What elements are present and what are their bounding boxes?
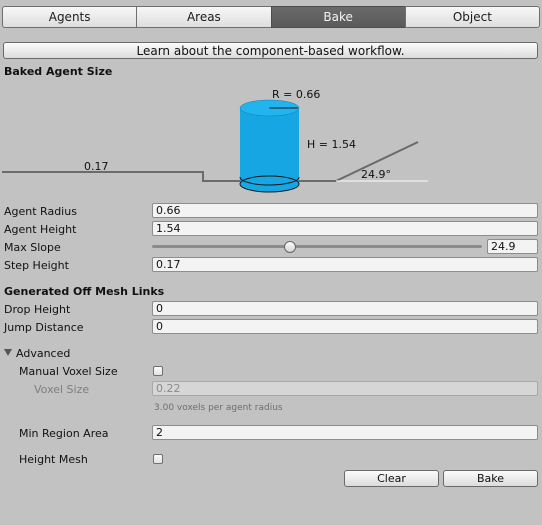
min-region-area-label: Min Region Area <box>19 427 109 440</box>
tab-agents[interactable]: Agents <box>2 6 138 28</box>
tab-object[interactable]: Object <box>404 6 540 28</box>
advanced-foldout[interactable]: Advanced <box>4 347 94 361</box>
agent-height-field[interactable]: 1.54 <box>152 221 538 236</box>
advanced-label: Advanced <box>16 347 71 360</box>
voxel-size-field[interactable]: 0.22 <box>152 381 538 396</box>
agent-radius-field[interactable]: 0.66 <box>152 203 538 218</box>
agent-radius-label: Agent Radius <box>4 205 77 218</box>
tab-bake[interactable]: Bake <box>270 6 406 28</box>
min-region-area-field[interactable]: 2 <box>152 425 538 440</box>
foldout-triangle-icon <box>4 349 12 356</box>
bake-button[interactable]: Bake <box>443 470 538 487</box>
jump-distance-field[interactable]: 0 <box>152 319 538 334</box>
voxel-size-label: Voxel Size <box>34 383 90 396</box>
radius-label: R = 0.66 <box>272 88 320 101</box>
max-slope-label: Max Slope <box>4 241 61 254</box>
slope-label: 24.9° <box>361 168 391 181</box>
max-slope-slider-thumb[interactable] <box>283 241 296 253</box>
step-height-field-label: Step Height <box>4 259 69 272</box>
step-height-field[interactable]: 0.17 <box>152 257 538 272</box>
clear-button[interactable]: Clear <box>344 470 439 487</box>
baked-agent-size-header: Baked Agent Size <box>4 65 113 78</box>
off-mesh-links-header: Generated Off Mesh Links <box>4 285 165 298</box>
agent-size-diagram: R = 0.66 H = 1.54 0.17 24.9° <box>2 88 428 193</box>
height-label: H = 1.54 <box>307 138 356 151</box>
height-mesh-label: Height Mesh <box>19 453 88 466</box>
tab-bar: Agents Areas Bake Object <box>2 6 540 28</box>
drop-height-field[interactable]: 0 <box>152 301 538 316</box>
tab-areas[interactable]: Areas <box>136 6 272 28</box>
drop-height-label: Drop Height <box>4 303 71 316</box>
manual-voxel-size-label: Manual Voxel Size <box>19 365 118 378</box>
step-height-label: 0.17 <box>84 160 109 173</box>
max-slope-field[interactable]: 24.9 <box>487 239 538 254</box>
voxel-note: 3.00 voxels per agent radius <box>154 403 283 413</box>
height-mesh-checkbox[interactable] <box>153 454 163 464</box>
jump-distance-label: Jump Distance <box>4 321 84 334</box>
manual-voxel-size-checkbox[interactable] <box>153 366 163 376</box>
agent-height-label: Agent Height <box>4 223 77 236</box>
agent-cylinder <box>239 99 300 193</box>
max-slope-slider-track[interactable] <box>152 245 482 248</box>
learn-workflow-button[interactable]: Learn about the component-based workflow… <box>3 42 538 59</box>
